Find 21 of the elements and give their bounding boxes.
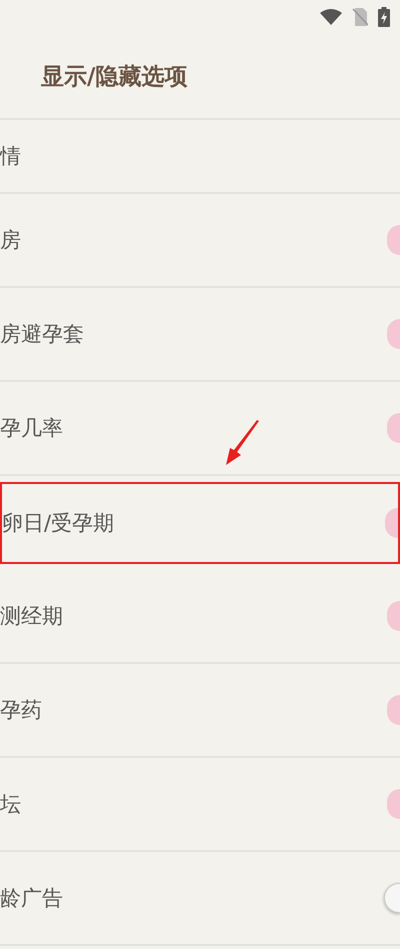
option-label: 孕几率 xyxy=(0,415,63,442)
toggle-switch[interactable] xyxy=(387,789,400,819)
toggle-switch[interactable] xyxy=(384,883,400,913)
option-label: 龄广告 xyxy=(0,885,63,912)
page-title: 显示/隐藏选项 xyxy=(41,62,188,92)
toggle-switch[interactable] xyxy=(387,601,400,631)
toggle-switch[interactable] xyxy=(387,225,400,255)
battery-charging-icon xyxy=(378,7,390,27)
toggle-switch[interactable] xyxy=(385,508,398,538)
no-sim-icon xyxy=(352,8,368,26)
option-label: 房 xyxy=(0,227,21,254)
option-label: 孕药 xyxy=(0,697,42,724)
toggle-switch[interactable] xyxy=(387,319,400,349)
toggle-switch[interactable] xyxy=(387,413,400,443)
toggle-switch[interactable] xyxy=(387,695,400,725)
option-label: 测经期 xyxy=(0,603,63,630)
wifi-icon xyxy=(320,9,342,25)
option-label: 坛 xyxy=(0,791,21,818)
option-label: 卵日/受孕期 xyxy=(2,510,114,537)
option-label: 房避孕套 xyxy=(0,321,84,348)
arrow-annotation xyxy=(225,420,261,466)
